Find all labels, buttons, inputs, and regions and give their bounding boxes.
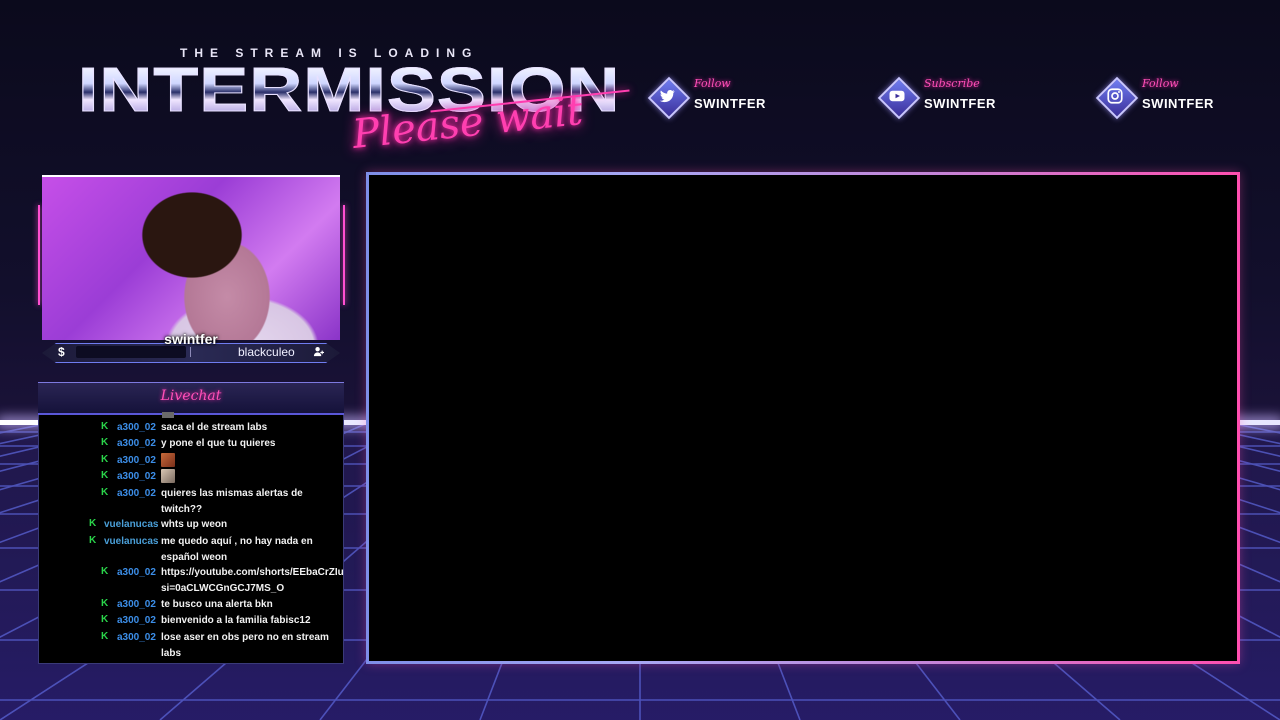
chat-text: bienvenido a la familia fabisc12 [161, 615, 311, 626]
user-add-icon [313, 346, 324, 360]
chat-username[interactable]: a300_02 [117, 630, 156, 646]
chat-text [161, 453, 339, 469]
chat-username[interactable]: a300_02 [117, 420, 156, 436]
kick-badge-icon: K [101, 421, 109, 432]
chat-text: saca el de stream labs [161, 422, 268, 433]
webcam-glow-right [343, 205, 345, 305]
chat-emote-image [161, 469, 175, 484]
kick-badge-icon: K [89, 518, 97, 529]
chat-emote-image [161, 453, 175, 468]
dollar-icon: $ [58, 345, 65, 359]
chat-username[interactable]: a300_02 [117, 453, 156, 469]
social-twitter[interactable]: Follow SWINTFER [647, 74, 765, 120]
chat-header: Livechat [38, 382, 344, 415]
social-handle: SWINTFER [694, 96, 766, 111]
social-instagram[interactable]: Follow SWINTFER [1095, 74, 1213, 120]
kick-badge-icon: K [101, 454, 109, 465]
youtube-icon [877, 76, 921, 120]
chat-text: whts up weon [161, 519, 228, 530]
twitter-icon [647, 76, 691, 120]
streamer-name: swintfer [164, 331, 218, 347]
chat-username[interactable]: a300_02 [117, 597, 156, 613]
chat-message-list[interactable]: Ka300_02 saca el de stream labs Ka300_02 y … [38, 412, 344, 664]
chat-username[interactable]: vuelanucas [104, 517, 158, 533]
chat-username[interactable]: a300_02 [117, 486, 156, 502]
kick-badge-icon: K [101, 614, 109, 625]
chat-username[interactable]: a300_02 [117, 436, 156, 452]
chat-text: https://youtube.com/shorts/EEbaCrZIu6k?s… [161, 567, 344, 594]
instagram-icon [1095, 76, 1139, 120]
social-handle: SWINTFER [1142, 96, 1214, 111]
chat-text: lose aser en obs pero no en stream labs [161, 632, 329, 659]
kick-badge-icon: K [89, 535, 97, 546]
main-screen-frame [366, 172, 1240, 664]
kick-badge-icon: K [101, 631, 109, 642]
chat-username[interactable]: a300_02 [117, 613, 156, 629]
webcam-feed [42, 175, 340, 340]
donation-ticker [76, 346, 186, 358]
webcam-glow-left [38, 205, 40, 305]
kick-badge-icon: K [101, 437, 109, 448]
emote-fragment [162, 412, 174, 418]
chat-username[interactable]: a300_02 [117, 469, 156, 485]
kick-badge-icon: K [101, 487, 109, 498]
social-action-label: Follow [1142, 77, 1179, 90]
webcam-bar-divider [190, 347, 191, 357]
social-youtube[interactable]: Subscribe SWINTFER [877, 74, 995, 120]
kick-badge-icon: K [101, 598, 109, 609]
chat-username[interactable]: a300_02 [117, 565, 156, 581]
social-action-label: Follow [694, 77, 731, 90]
social-handle: SWINTFER [924, 96, 996, 111]
chat-text: y pone el que tu quieres [161, 438, 276, 449]
latest-follower: blackculeo [238, 345, 295, 359]
chat-text: quieres las mismas alertas de twitch?? [161, 488, 303, 515]
chat-title: Livechat [160, 388, 222, 404]
chat-text: te busco una alerta bkn [161, 599, 273, 610]
social-action-label: Subscribe [924, 77, 980, 90]
kick-badge-icon: K [101, 566, 109, 577]
stream-overlay: THE STREAM IS LOADING INTERMISSION Pleas… [0, 0, 1280, 720]
chat-text: me quedo aquí , no hay nada en español w… [161, 536, 313, 563]
chat-text [161, 469, 339, 485]
chat-username[interactable]: vuelanucas [104, 534, 158, 550]
kick-badge-icon: K [101, 470, 109, 481]
